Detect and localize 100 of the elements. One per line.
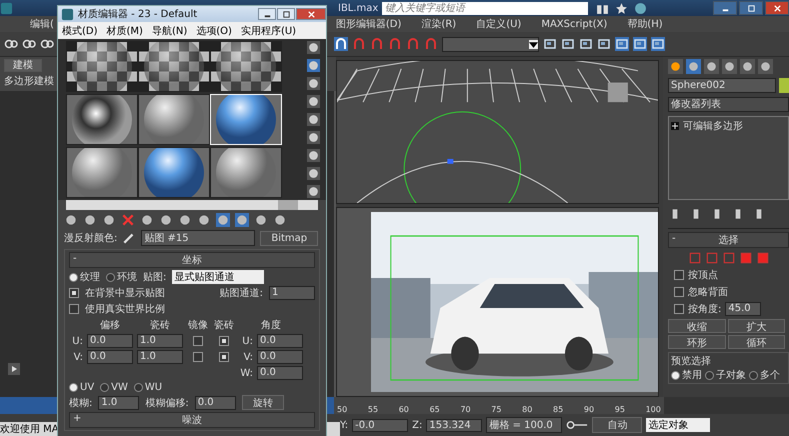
radio-button[interactable]: [749, 370, 758, 380]
sphere-icon[interactable]: [254, 213, 268, 227]
checkbox[interactable]: [219, 336, 229, 346]
checkbox[interactable]: [69, 288, 79, 298]
menu-item[interactable]: 实用程序(U): [240, 24, 296, 38]
checkbox[interactable]: [193, 336, 203, 346]
menu-item[interactable]: 图形编辑器(D): [336, 17, 402, 31]
close-button[interactable]: [765, 1, 789, 15]
play-icon[interactable]: [8, 363, 20, 375]
ribbon-tab[interactable]: 建模: [4, 59, 42, 72]
help-icon[interactable]: [634, 2, 647, 14]
menu-item[interactable]: 导航(N): [152, 24, 188, 38]
coordinate-field[interactable]: 153.324: [426, 418, 482, 432]
key-icon[interactable]: [566, 420, 588, 430]
dot-icon[interactable]: [307, 41, 320, 54]
material-sample-slot[interactable]: [66, 147, 138, 198]
window-title: 材质编辑器 - 23 - Default: [78, 8, 198, 21]
rollout-header[interactable]: - 坐标: [69, 252, 315, 268]
auto-key-button[interactable]: 自动: [592, 417, 642, 433]
map-name-dropdown[interactable]: 贴图 #15: [141, 230, 256, 246]
command-button[interactable]: 扩大: [728, 319, 785, 333]
material-sample-slot[interactable]: [210, 147, 282, 198]
offset-spinner[interactable]: 0.0: [87, 334, 133, 348]
radio-label: 禁用: [682, 368, 702, 382]
angle-spinner[interactable]: 45.0: [725, 302, 762, 316]
maximize-button[interactable]: [277, 8, 295, 20]
mapping-dropdown[interactable]: 显式贴图通道: [172, 270, 264, 284]
subobject-level-icon[interactable]: [756, 251, 770, 265]
checkbox[interactable]: [69, 304, 79, 314]
link-icon[interactable]: [4, 37, 18, 51]
maximize-icon: [282, 10, 290, 18]
radio-button[interactable]: [671, 370, 680, 380]
coordinate-field[interactable]: -0.0: [352, 418, 408, 432]
map-type-button[interactable]: Bitmap: [260, 230, 318, 246]
radio-button[interactable]: [69, 383, 78, 392]
subobject-level-icon[interactable]: [738, 251, 752, 265]
radio-button[interactable]: [69, 272, 78, 282]
sphere-icon[interactable]: [273, 213, 287, 227]
maximize-button[interactable]: [739, 1, 763, 15]
checkbox[interactable]: [674, 287, 684, 297]
menu-item[interactable]: 材质(M): [106, 24, 143, 38]
blur-offset-spinner[interactable]: 0.0: [194, 396, 236, 410]
timeline-track[interactable]: 50 55 60 65 70 75 80 85 90 95 100: [334, 397, 664, 414]
modifier-stack-item[interactable]: 可编辑多边形: [683, 119, 743, 133]
command-button[interactable]: 环形: [668, 335, 726, 349]
radio-button[interactable]: [100, 383, 110, 392]
modifier-list-dropdown[interactable]: 修改器列表: [668, 97, 789, 112]
radio-button[interactable]: [705, 370, 714, 380]
viewport[interactable]: [336, 207, 659, 397]
close-button[interactable]: [296, 8, 326, 20]
offset-spinner[interactable]: 0.0: [87, 350, 133, 364]
radio-button[interactable]: [134, 383, 143, 392]
material-sample-slot[interactable]: [66, 41, 138, 92]
checkbox[interactable]: [674, 270, 684, 280]
menu-item[interactable]: MAXScript(X): [541, 18, 608, 30]
command-button[interactable]: 循环: [728, 335, 785, 349]
tiling-spinner[interactable]: 1.0: [137, 334, 183, 348]
menu-item[interactable]: 选项(O): [196, 24, 232, 38]
menu-item[interactable]: 帮助(H): [627, 17, 663, 31]
menu-item[interactable]: 模式(D): [62, 24, 98, 38]
angle-spinner[interactable]: 0.0: [257, 334, 303, 348]
checkbox[interactable]: [193, 352, 203, 362]
sphere-icon[interactable]: [307, 59, 320, 72]
rollout-header[interactable]: + 噪波: [69, 412, 315, 428]
object-name-field[interactable]: Sphere002: [668, 78, 776, 93]
command-button[interactable]: 收缩: [668, 319, 726, 333]
menu-item[interactable]: 编辑(: [30, 17, 54, 31]
rotate-button[interactable]: 旋转: [242, 395, 284, 410]
minimize-button[interactable]: [258, 8, 276, 20]
group-title: 预览选择: [671, 356, 711, 367]
eyedropper-icon[interactable]: [122, 231, 136, 245]
object-color-swatch[interactable]: [779, 78, 789, 93]
rollout-header[interactable]: - 选择: [668, 232, 789, 248]
menu-item[interactable]: 渲染(R): [421, 17, 456, 31]
frame-tick-label: 55: [368, 405, 378, 414]
menu-item[interactable]: 自定义(U): [476, 17, 522, 31]
search-field[interactable]: 键入关键字或短语: [382, 2, 588, 14]
axis-label: V:: [72, 352, 83, 362]
minimize-button[interactable]: [713, 1, 737, 15]
material-sample-slot[interactable]: [210, 41, 282, 92]
app-logo-icon[interactable]: [0, 2, 13, 14]
sun-icon[interactable]: [668, 59, 683, 74]
key-mode-dropdown[interactable]: 选定对象: [646, 418, 710, 432]
modifier-stack[interactable]: 可编辑多边形: [668, 116, 789, 200]
horizontal-scrollbar[interactable]: [66, 200, 318, 210]
map-channel-spinner[interactable]: 1: [269, 286, 315, 300]
angle-spinner[interactable]: 0.0: [257, 366, 303, 380]
tiling-spinner[interactable]: 1.0: [137, 350, 183, 364]
radio-label: WU: [144, 382, 162, 393]
material-sample-slot[interactable]: [138, 94, 210, 145]
radio-button[interactable]: [106, 272, 115, 282]
material-sample-slot[interactable]: [138, 147, 210, 198]
angle-spinner[interactable]: 0.0: [257, 350, 303, 364]
expand-icon[interactable]: [671, 122, 679, 130]
blur-spinner[interactable]: 1.0: [98, 396, 140, 410]
checkbox[interactable]: [219, 352, 229, 362]
star-icon[interactable]: [615, 2, 628, 14]
material-sample-slot[interactable]: [66, 94, 138, 145]
selection-set-dropdown[interactable]: [442, 36, 539, 52]
checkbox[interactable]: [674, 304, 684, 314]
